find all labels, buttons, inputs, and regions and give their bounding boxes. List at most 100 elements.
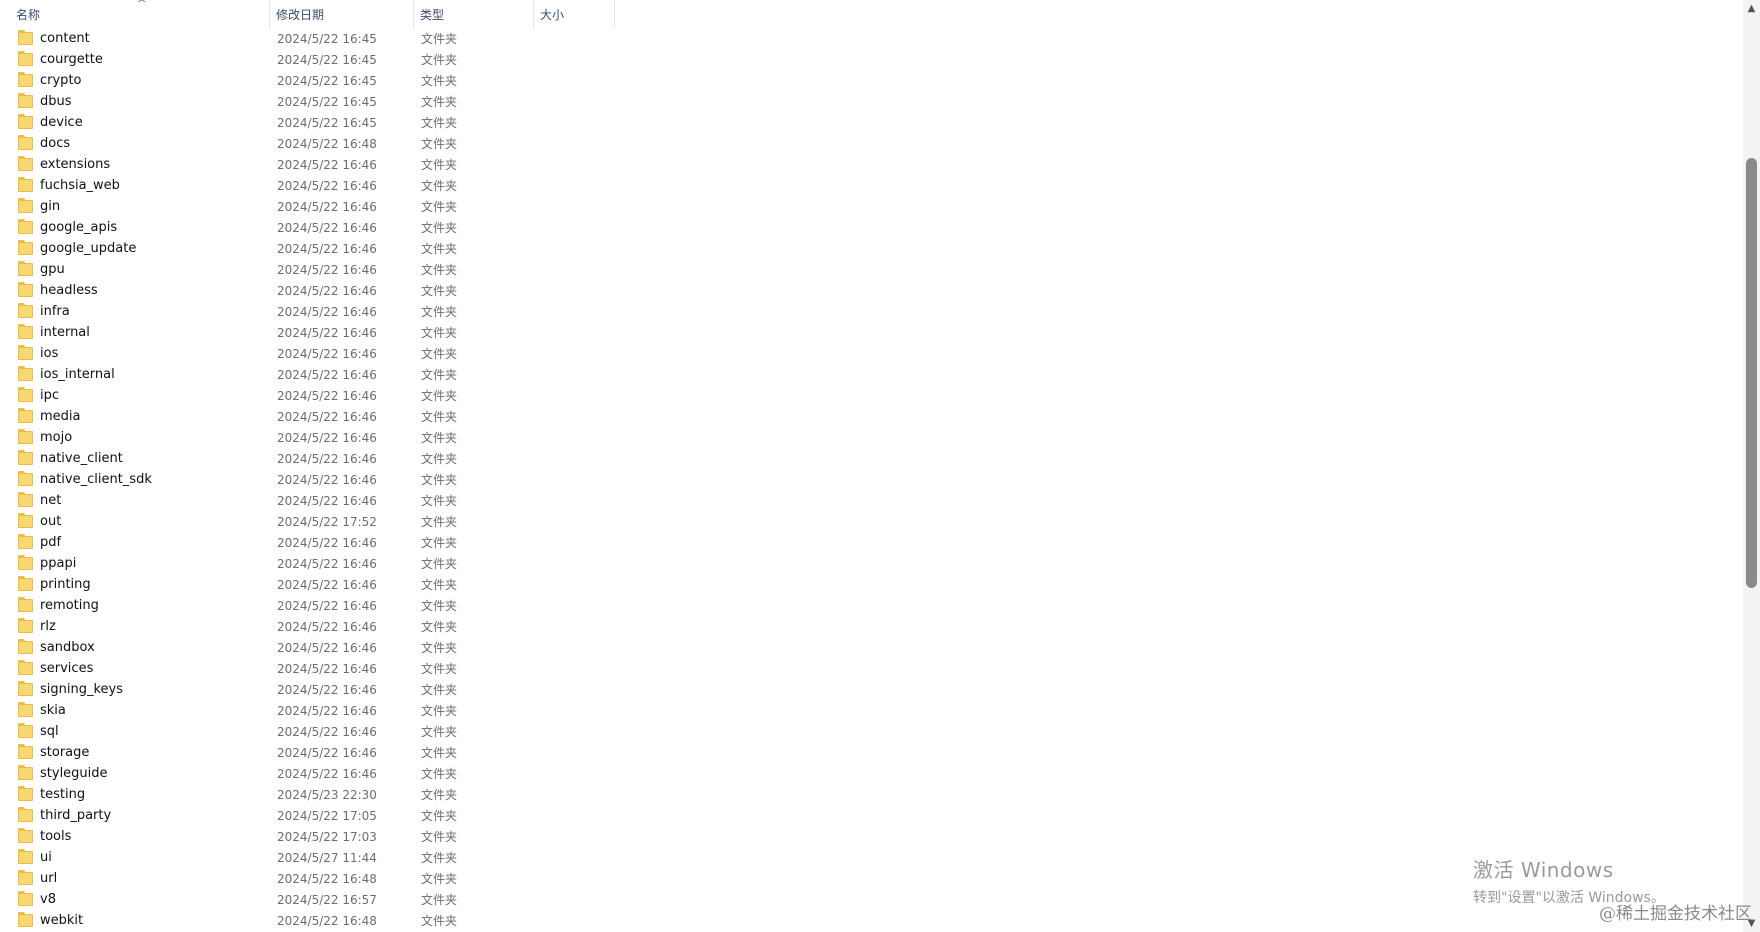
column-header-type[interactable]: 类型 [414, 0, 534, 27]
table-row[interactable]: headless 2024/5/22 16:46 文件夹 [0, 280, 1740, 301]
item-type: 文件夹 [421, 662, 458, 676]
item-type: 文件夹 [421, 200, 458, 214]
file-name: fuchsia_web [40, 178, 120, 193]
modified-date: 2024/5/22 16:46 [277, 640, 377, 655]
item-type: 文件夹 [421, 74, 458, 88]
table-row[interactable]: testing 2024/5/23 22:30 文件夹 [0, 784, 1740, 805]
file-name: infra [40, 304, 70, 319]
vertical-scrollbar[interactable]: ▲ ▼ [1743, 0, 1760, 932]
file-name: net [40, 493, 62, 508]
table-row[interactable]: ppapi 2024/5/22 16:46 文件夹 [0, 553, 1740, 574]
modified-date: 2024/5/22 16:46 [277, 493, 377, 508]
scroll-thumb[interactable] [1746, 158, 1757, 588]
table-row[interactable]: storage 2024/5/22 16:46 文件夹 [0, 742, 1740, 763]
folder-icon [18, 765, 33, 780]
folder-icon [18, 597, 33, 612]
table-row[interactable]: sql 2024/5/22 16:46 文件夹 [0, 721, 1740, 742]
folder-icon [18, 282, 33, 297]
item-type: 文件夹 [421, 893, 458, 907]
table-row[interactable]: ipc 2024/5/22 16:46 文件夹 [0, 385, 1740, 406]
file-name: rlz [40, 619, 56, 634]
chevron-up-icon[interactable]: ▲ [1743, 0, 1760, 17]
table-row[interactable]: net 2024/5/22 16:46 文件夹 [0, 490, 1740, 511]
name-cell: gin [0, 198, 270, 214]
table-row[interactable]: skia 2024/5/22 16:46 文件夹 [0, 700, 1740, 721]
table-row[interactable]: ios 2024/5/22 16:46 文件夹 [0, 343, 1740, 364]
table-row[interactable]: dbus 2024/5/22 16:45 文件夹 [0, 91, 1740, 112]
name-cell: device [0, 114, 270, 130]
table-row[interactable]: signing_keys 2024/5/22 16:46 文件夹 [0, 679, 1740, 700]
file-name: webkit [40, 913, 84, 928]
folder-icon [18, 72, 33, 87]
table-row[interactable]: remoting 2024/5/22 16:46 文件夹 [0, 595, 1740, 616]
column-header-size[interactable]: 大小 [534, 0, 615, 27]
table-row[interactable]: native_client 2024/5/22 16:46 文件夹 [0, 448, 1740, 469]
table-row[interactable]: infra 2024/5/22 16:46 文件夹 [0, 301, 1740, 322]
modified-date: 2024/5/22 16:45 [277, 31, 377, 46]
file-name: ios [40, 346, 59, 361]
file-name: pdf [40, 535, 62, 550]
column-header-date-label: 修改日期 [276, 8, 325, 22]
item-type: 文件夹 [421, 494, 458, 508]
file-list: content 2024/5/22 16:45 文件夹 courgette 2024/5… [0, 28, 1740, 931]
name-cell: third_party [0, 807, 270, 823]
modified-date: 2024/5/22 16:48 [277, 913, 377, 928]
table-row[interactable]: extensions 2024/5/22 16:46 文件夹 [0, 154, 1740, 175]
name-cell: tools [0, 828, 270, 844]
name-cell: services [0, 660, 270, 676]
table-row[interactable]: device 2024/5/22 16:45 文件夹 [0, 112, 1740, 133]
table-row[interactable]: internal 2024/5/22 16:46 文件夹 [0, 322, 1740, 343]
column-header-name[interactable]: 名称 ^ [0, 0, 270, 27]
name-cell: printing [0, 576, 270, 592]
file-name: signing_keys [40, 682, 124, 697]
table-row[interactable]: gpu 2024/5/22 16:46 文件夹 [0, 259, 1740, 280]
table-row[interactable]: native_client_sdk 2024/5/22 16:46 文件夹 [0, 469, 1740, 490]
column-header-date[interactable]: 修改日期 [270, 0, 414, 27]
table-row[interactable]: sandbox 2024/5/22 16:46 文件夹 [0, 637, 1740, 658]
table-row[interactable]: crypto 2024/5/22 16:45 文件夹 [0, 70, 1740, 91]
table-row[interactable]: media 2024/5/22 16:46 文件夹 [0, 406, 1740, 427]
file-name: sql [40, 724, 59, 739]
table-row[interactable]: courgette 2024/5/22 16:45 文件夹 [0, 49, 1740, 70]
table-row[interactable]: rlz 2024/5/22 16:46 文件夹 [0, 616, 1740, 637]
table-row[interactable]: printing 2024/5/22 16:46 文件夹 [0, 574, 1740, 595]
table-row[interactable]: services 2024/5/22 16:46 文件夹 [0, 658, 1740, 679]
modified-date: 2024/5/22 16:45 [277, 52, 377, 67]
modified-date: 2024/5/22 16:46 [277, 598, 377, 613]
folder-icon [18, 408, 33, 423]
table-row[interactable]: pdf 2024/5/22 16:46 文件夹 [0, 532, 1740, 553]
folder-icon [18, 324, 33, 339]
column-header-type-label: 类型 [420, 8, 445, 22]
table-row[interactable]: webkit 2024/5/22 16:48 文件夹 [0, 910, 1740, 931]
file-name: testing [40, 787, 86, 802]
item-type: 文件夹 [421, 389, 458, 403]
modified-date: 2024/5/22 16:46 [277, 157, 377, 172]
table-row[interactable]: docs 2024/5/22 16:48 文件夹 [0, 133, 1740, 154]
modified-date: 2024/5/22 16:46 [277, 472, 377, 487]
table-row[interactable]: ios_internal 2024/5/22 16:46 文件夹 [0, 364, 1740, 385]
table-row[interactable]: tools 2024/5/22 17:03 文件夹 [0, 826, 1740, 847]
table-row[interactable]: google_update 2024/5/22 16:46 文件夹 [0, 238, 1740, 259]
file-name: skia [40, 703, 66, 718]
folder-icon [18, 891, 33, 906]
modified-date: 2024/5/22 17:52 [277, 514, 377, 529]
name-cell: docs [0, 135, 270, 151]
name-cell: infra [0, 303, 270, 319]
table-row[interactable]: out 2024/5/22 17:52 文件夹 [0, 511, 1740, 532]
table-row[interactable]: gin 2024/5/22 16:46 文件夹 [0, 196, 1740, 217]
folder-icon [18, 744, 33, 759]
folder-icon [18, 135, 33, 150]
table-row[interactable]: styleguide 2024/5/22 16:46 文件夹 [0, 763, 1740, 784]
modified-date: 2024/5/22 17:03 [277, 829, 377, 844]
table-row[interactable]: google_apis 2024/5/22 16:46 文件夹 [0, 217, 1740, 238]
table-row[interactable]: content 2024/5/22 16:45 文件夹 [0, 28, 1740, 49]
file-name: storage [40, 745, 90, 760]
table-row[interactable]: fuchsia_web 2024/5/22 16:46 文件夹 [0, 175, 1740, 196]
item-type: 文件夹 [421, 53, 458, 67]
file-name: third_party [40, 808, 112, 823]
file-name: headless [40, 283, 98, 298]
file-name: url [40, 871, 58, 886]
table-row[interactable]: mojo 2024/5/22 16:46 文件夹 [0, 427, 1740, 448]
folder-icon [18, 660, 33, 675]
table-row[interactable]: third_party 2024/5/22 17:05 文件夹 [0, 805, 1740, 826]
